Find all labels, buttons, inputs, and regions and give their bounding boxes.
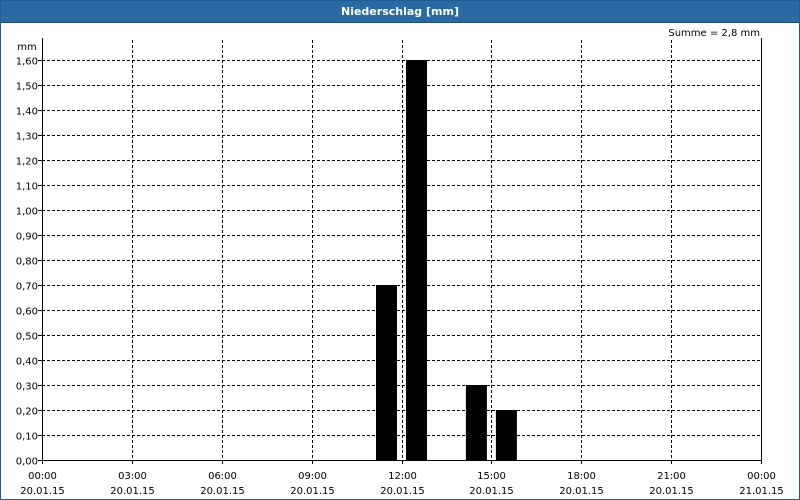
- y-tick-label: 0,60: [16, 307, 38, 318]
- y-tick-label: 0,40: [16, 357, 38, 368]
- x-tick-date-label: 20.01.15: [559, 486, 604, 497]
- y-tick-label: 1,00: [16, 207, 38, 218]
- x-tick-date-label: 20.01.15: [380, 486, 425, 497]
- sum-label: Summe = 2,8 mm: [668, 28, 760, 39]
- precipitation-chart: 0,00 0,10 0,20 0,30 0,40 0,50 0,60 0,70 0,80 0,90…: [16, 28, 784, 497]
- y-tick-label: 0,50: [16, 332, 38, 343]
- x-tick-date-label: 20.01.15: [469, 486, 514, 497]
- y-tick-label: 1,60: [16, 57, 38, 68]
- x-tick-date-label: 20.01.15: [20, 486, 65, 497]
- y-axis-unit-label: mm: [17, 42, 36, 53]
- y-tick-label: 1,10: [16, 182, 38, 193]
- x-tick-date-label: 20.01.15: [110, 486, 155, 497]
- y-tick-label: 0,70: [16, 282, 38, 293]
- x-tick-labels: 00:00 20.01.15 03:00 20.01.15 06:00 20.01.15 0…: [20, 471, 784, 497]
- precipitation-bar: [465, 385, 487, 460]
- x-tick-time-label: 00:00: [28, 471, 57, 482]
- x-tick-time-label: 21:00: [657, 471, 686, 482]
- y-tick-label: 1,50: [16, 82, 38, 93]
- precipitation-bar: [495, 410, 517, 460]
- x-tick-time-label: 06:00: [208, 471, 237, 482]
- y-tick-label: 1,40: [16, 107, 38, 118]
- axes: [38, 38, 762, 464]
- x-tick-date-label: 20.01.15: [200, 486, 245, 497]
- x-tick-date-label: 20.01.15: [290, 486, 335, 497]
- y-tick-label: 1,30: [16, 132, 38, 143]
- y-tick-labels: 0,00 0,10 0,20 0,30 0,40 0,50 0,60 0,70 0,80 0,90…: [16, 57, 38, 468]
- y-tick-label: 1,20: [16, 157, 38, 168]
- x-tick-time-label: 09:00: [298, 471, 327, 482]
- x-tick-time-label: 03:00: [118, 471, 147, 482]
- x-tick-time-label: 12:00: [388, 471, 417, 482]
- grid: [42, 40, 761, 460]
- x-tick-date-label: 20.01.15: [649, 486, 694, 497]
- precipitation-bar: [376, 285, 397, 460]
- x-tick-time-label: 00:00: [747, 471, 776, 482]
- y-tick-label: 0,10: [16, 432, 38, 443]
- y-tick-label: 0,90: [16, 232, 38, 243]
- y-tick-label: 0,80: [16, 257, 38, 268]
- precipitation-bar: [406, 60, 427, 460]
- y-tick-label: 0,30: [16, 382, 38, 393]
- x-tick-time-label: 18:00: [567, 471, 596, 482]
- y-tick-label: 0,20: [16, 407, 38, 418]
- x-tick-time-label: 15:00: [477, 471, 506, 482]
- y-tick-label: 0,00: [16, 457, 38, 468]
- x-tick-date-label: 21.01.15: [739, 486, 784, 497]
